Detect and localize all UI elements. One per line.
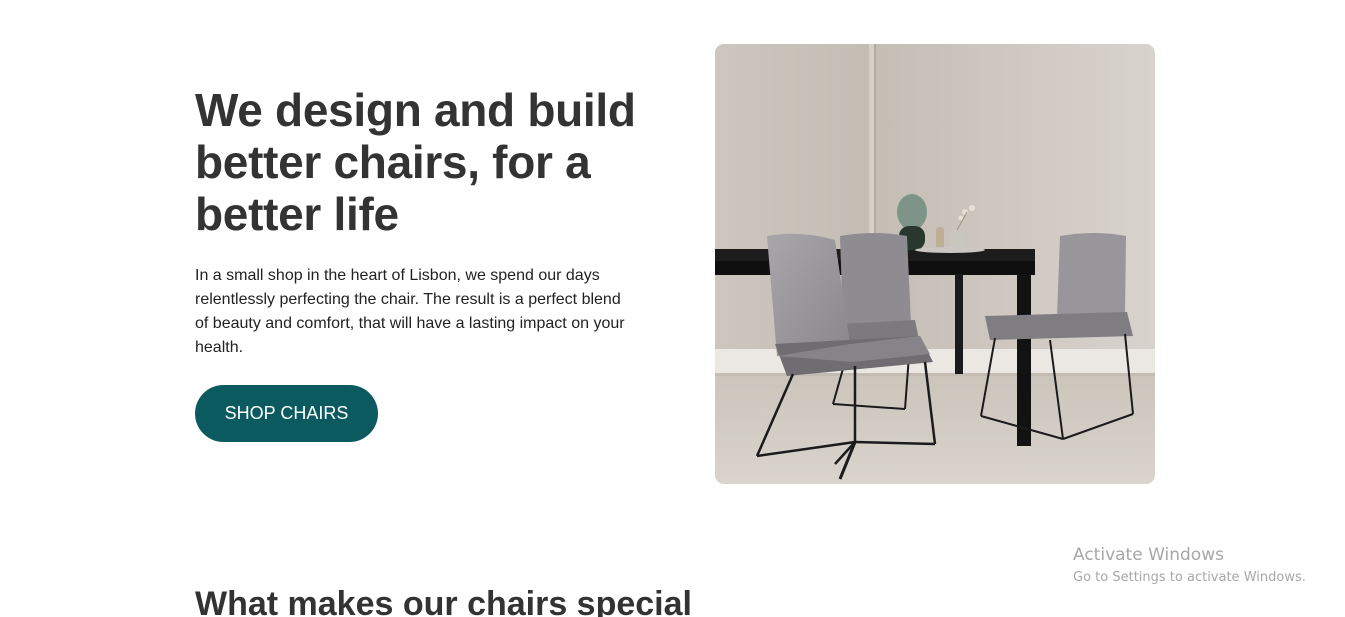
activate-windows-watermark: Activate Windows Go to Settings to activ… (1073, 545, 1306, 588)
hero-description: In a small shop in the heart of Lisbon, … (195, 267, 625, 356)
watermark-title: Activate Windows (1073, 545, 1224, 565)
hero-title: We design and build better chairs, for a… (195, 84, 636, 240)
section-title: What makes our chairs special (195, 585, 692, 617)
shop-chairs-button[interactable]: SHOP CHAIRS (195, 385, 378, 442)
watermark-subtitle: Go to Settings to activate Windows. (1073, 570, 1306, 585)
hero-image (715, 44, 1155, 484)
page: We design and build better chairs, for a… (0, 0, 1345, 617)
